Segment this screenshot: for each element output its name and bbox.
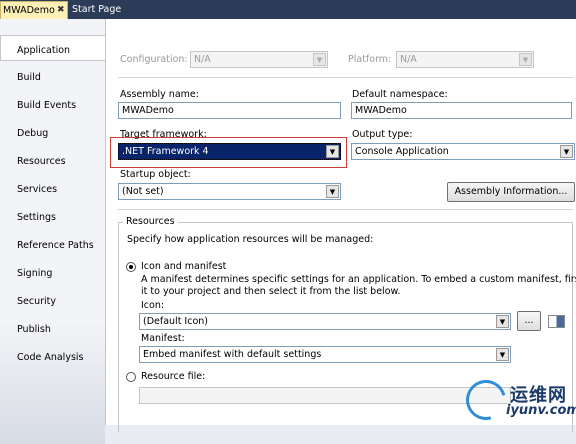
project-properties-sidebar: Application Build Build Events Debug Res… [0, 19, 105, 444]
resources-description: Specify how application resources will b… [127, 234, 374, 245]
platform-label: Platform: [348, 54, 392, 65]
chevron-down-icon: ▼ [560, 145, 573, 158]
icon-select[interactable]: (Default Icon) ▼ [139, 313, 511, 330]
icon-value: (Default Icon) [143, 316, 209, 327]
sidebar-item-debug[interactable]: Debug [0, 119, 105, 145]
tab-mwademo-label: MWADemo [3, 5, 55, 16]
sidebar-item-security[interactable]: Security [0, 287, 105, 313]
tab-mwademo[interactable]: MWADemo ✖ [0, 1, 68, 19]
sidebar-item-settings[interactable]: Settings [0, 203, 105, 229]
assembly-name-label: Assembly name: [120, 89, 199, 100]
icon-label: Icon: [141, 300, 165, 311]
sidebar-item-services[interactable]: Services [0, 175, 105, 201]
output-type-label: Output type: [352, 129, 413, 140]
resource-file-label: Resource file: [141, 371, 206, 382]
configuration-select[interactable]: N/A ▼ [190, 51, 328, 68]
chevron-down-icon: ▼ [326, 145, 339, 158]
platform-select[interactable]: N/A ▼ [396, 51, 534, 68]
document-tab-bar: MWADemo ✖ Start Page [0, 0, 576, 19]
icon-manifest-desc-1: A manifest determines specific settings … [141, 274, 576, 285]
resource-file-input[interactable] [139, 387, 511, 404]
chevron-down-icon: ▼ [519, 53, 532, 66]
manifest-value: Embed manifest with default settings [143, 349, 322, 360]
assembly-information-button[interactable]: Assembly Information... [447, 182, 575, 202]
resource-file-radio[interactable] [126, 372, 136, 382]
manifest-label: Manifest: [141, 333, 185, 344]
close-icon[interactable]: ✖ [57, 5, 65, 15]
chevron-down-icon: ▼ [496, 315, 509, 328]
application-properties-panel: Configuration: N/A ▼ Platform: N/A ▼ Ass… [105, 19, 576, 432]
configuration-value: N/A [194, 54, 211, 65]
icon-manifest-desc-2: it to your project and then select it fr… [141, 286, 401, 297]
separator [118, 209, 573, 210]
target-framework-select[interactable]: .NET Framework 4 ▼ [118, 143, 341, 160]
browse-icon-button[interactable]: ... [517, 311, 541, 331]
resources-group-title: Resources [123, 216, 178, 227]
output-type-value: Console Application [355, 146, 449, 157]
icon-preview [548, 315, 565, 328]
assembly-name-input[interactable]: MWADemo [118, 102, 341, 119]
target-framework-value: .NET Framework 4 [122, 146, 209, 157]
default-namespace-input[interactable]: MWADemo [351, 102, 572, 119]
startup-object-label: Startup object: [120, 169, 191, 180]
sidebar-item-application[interactable]: Application [0, 35, 105, 61]
icon-manifest-radio[interactable] [126, 262, 136, 272]
startup-object-select[interactable]: (Not set) ▼ [118, 183, 341, 200]
sidebar-item-publish[interactable]: Publish [0, 315, 105, 341]
default-namespace-label: Default namespace: [352, 89, 448, 100]
sidebar-item-build-events[interactable]: Build Events [0, 91, 105, 117]
chevron-down-icon: ▼ [496, 348, 509, 361]
separator [118, 77, 573, 78]
chevron-down-icon: ▼ [313, 53, 326, 66]
site-watermark: 运维网 iyunv.com [458, 372, 576, 428]
sidebar-item-build[interactable]: Build [0, 63, 105, 89]
target-framework-label: Target framework: [120, 129, 207, 140]
sidebar-item-reference-paths[interactable]: Reference Paths [0, 231, 105, 257]
startup-object-value: (Not set) [122, 186, 164, 197]
watermark-en: iyunv.com [506, 403, 576, 418]
manifest-select[interactable]: Embed manifest with default settings ▼ [139, 346, 511, 363]
output-type-select[interactable]: Console Application ▼ [351, 143, 575, 160]
sidebar-item-signing[interactable]: Signing [0, 259, 105, 285]
chevron-down-icon: ▼ [326, 185, 339, 198]
configuration-label: Configuration: [120, 54, 188, 65]
icon-manifest-label: Icon and manifest [141, 261, 227, 272]
sidebar-item-resources[interactable]: Resources [0, 147, 105, 173]
watermark-logo-icon [458, 372, 514, 428]
platform-value: N/A [400, 54, 417, 65]
tab-start-page[interactable]: Start Page [72, 4, 121, 15]
sidebar-item-code-analysis[interactable]: Code Analysis [0, 343, 105, 369]
